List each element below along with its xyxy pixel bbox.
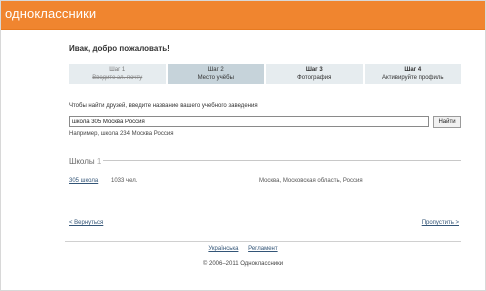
step-1-email: Шаг 1 Введите эл. почту [69, 64, 166, 84]
footer-links: Українська Регламент [1, 246, 485, 252]
registration-steps: Шаг 1 Введите эл. почту Шаг 2 Место учёб… [69, 64, 461, 84]
step-number: Шаг 4 [404, 67, 422, 73]
divider [103, 160, 461, 161]
step-number: Шаг 2 [207, 67, 224, 73]
step-label: Введите эл. почту [92, 75, 143, 81]
search-instruction: Чтобы найти друзей, введите название ваш… [69, 103, 258, 109]
step-label: Место учёбы [197, 75, 234, 81]
schools-section-title: Школы 1 [69, 157, 101, 166]
step-number: Шаг 1 [109, 67, 126, 73]
copyright-text: © 2006–2011 Одноклассники [202, 261, 284, 267]
step-2-school: Шаг 2 Место учёбы [167, 64, 264, 84]
schools-count: 1 [96, 157, 102, 166]
site-logo[interactable]: одноклассники [5, 6, 96, 21]
school-location: Москва, Московская область, Россия [259, 178, 363, 184]
step-label: Фотография [297, 75, 332, 81]
skip-link[interactable]: Пропустить > [422, 220, 459, 226]
search-example-hint: Например, школа 234 Москва Россия [69, 131, 174, 137]
school-people-count: 1033 чел. [111, 178, 138, 184]
step-3-photo: Шаг 3 Фотография [266, 64, 363, 84]
school-search-input[interactable] [69, 116, 429, 127]
footer-link-rules[interactable]: Регламент [248, 246, 278, 252]
school-name-link[interactable]: 305 школа [69, 178, 98, 184]
schools-title: Школы [69, 157, 95, 166]
step-label: Активируйте профиль [382, 75, 444, 81]
find-button[interactable]: Найти [433, 116, 461, 128]
school-result-row: 305 школа 1033 чел. Москва, Московская о… [69, 178, 461, 188]
back-link[interactable]: < Вернуться [69, 220, 103, 226]
top-header-bar: одноклассники [1, 1, 485, 30]
step-4-activate: Шаг 4 Активируйте профиль [364, 64, 461, 84]
step-number: Шаг 3 [305, 67, 323, 73]
footer-divider [65, 241, 461, 242]
footer-link-ukrainian[interactable]: Українська [208, 246, 238, 252]
greeting-title: Ивак, добро пожаловать! [69, 44, 170, 53]
